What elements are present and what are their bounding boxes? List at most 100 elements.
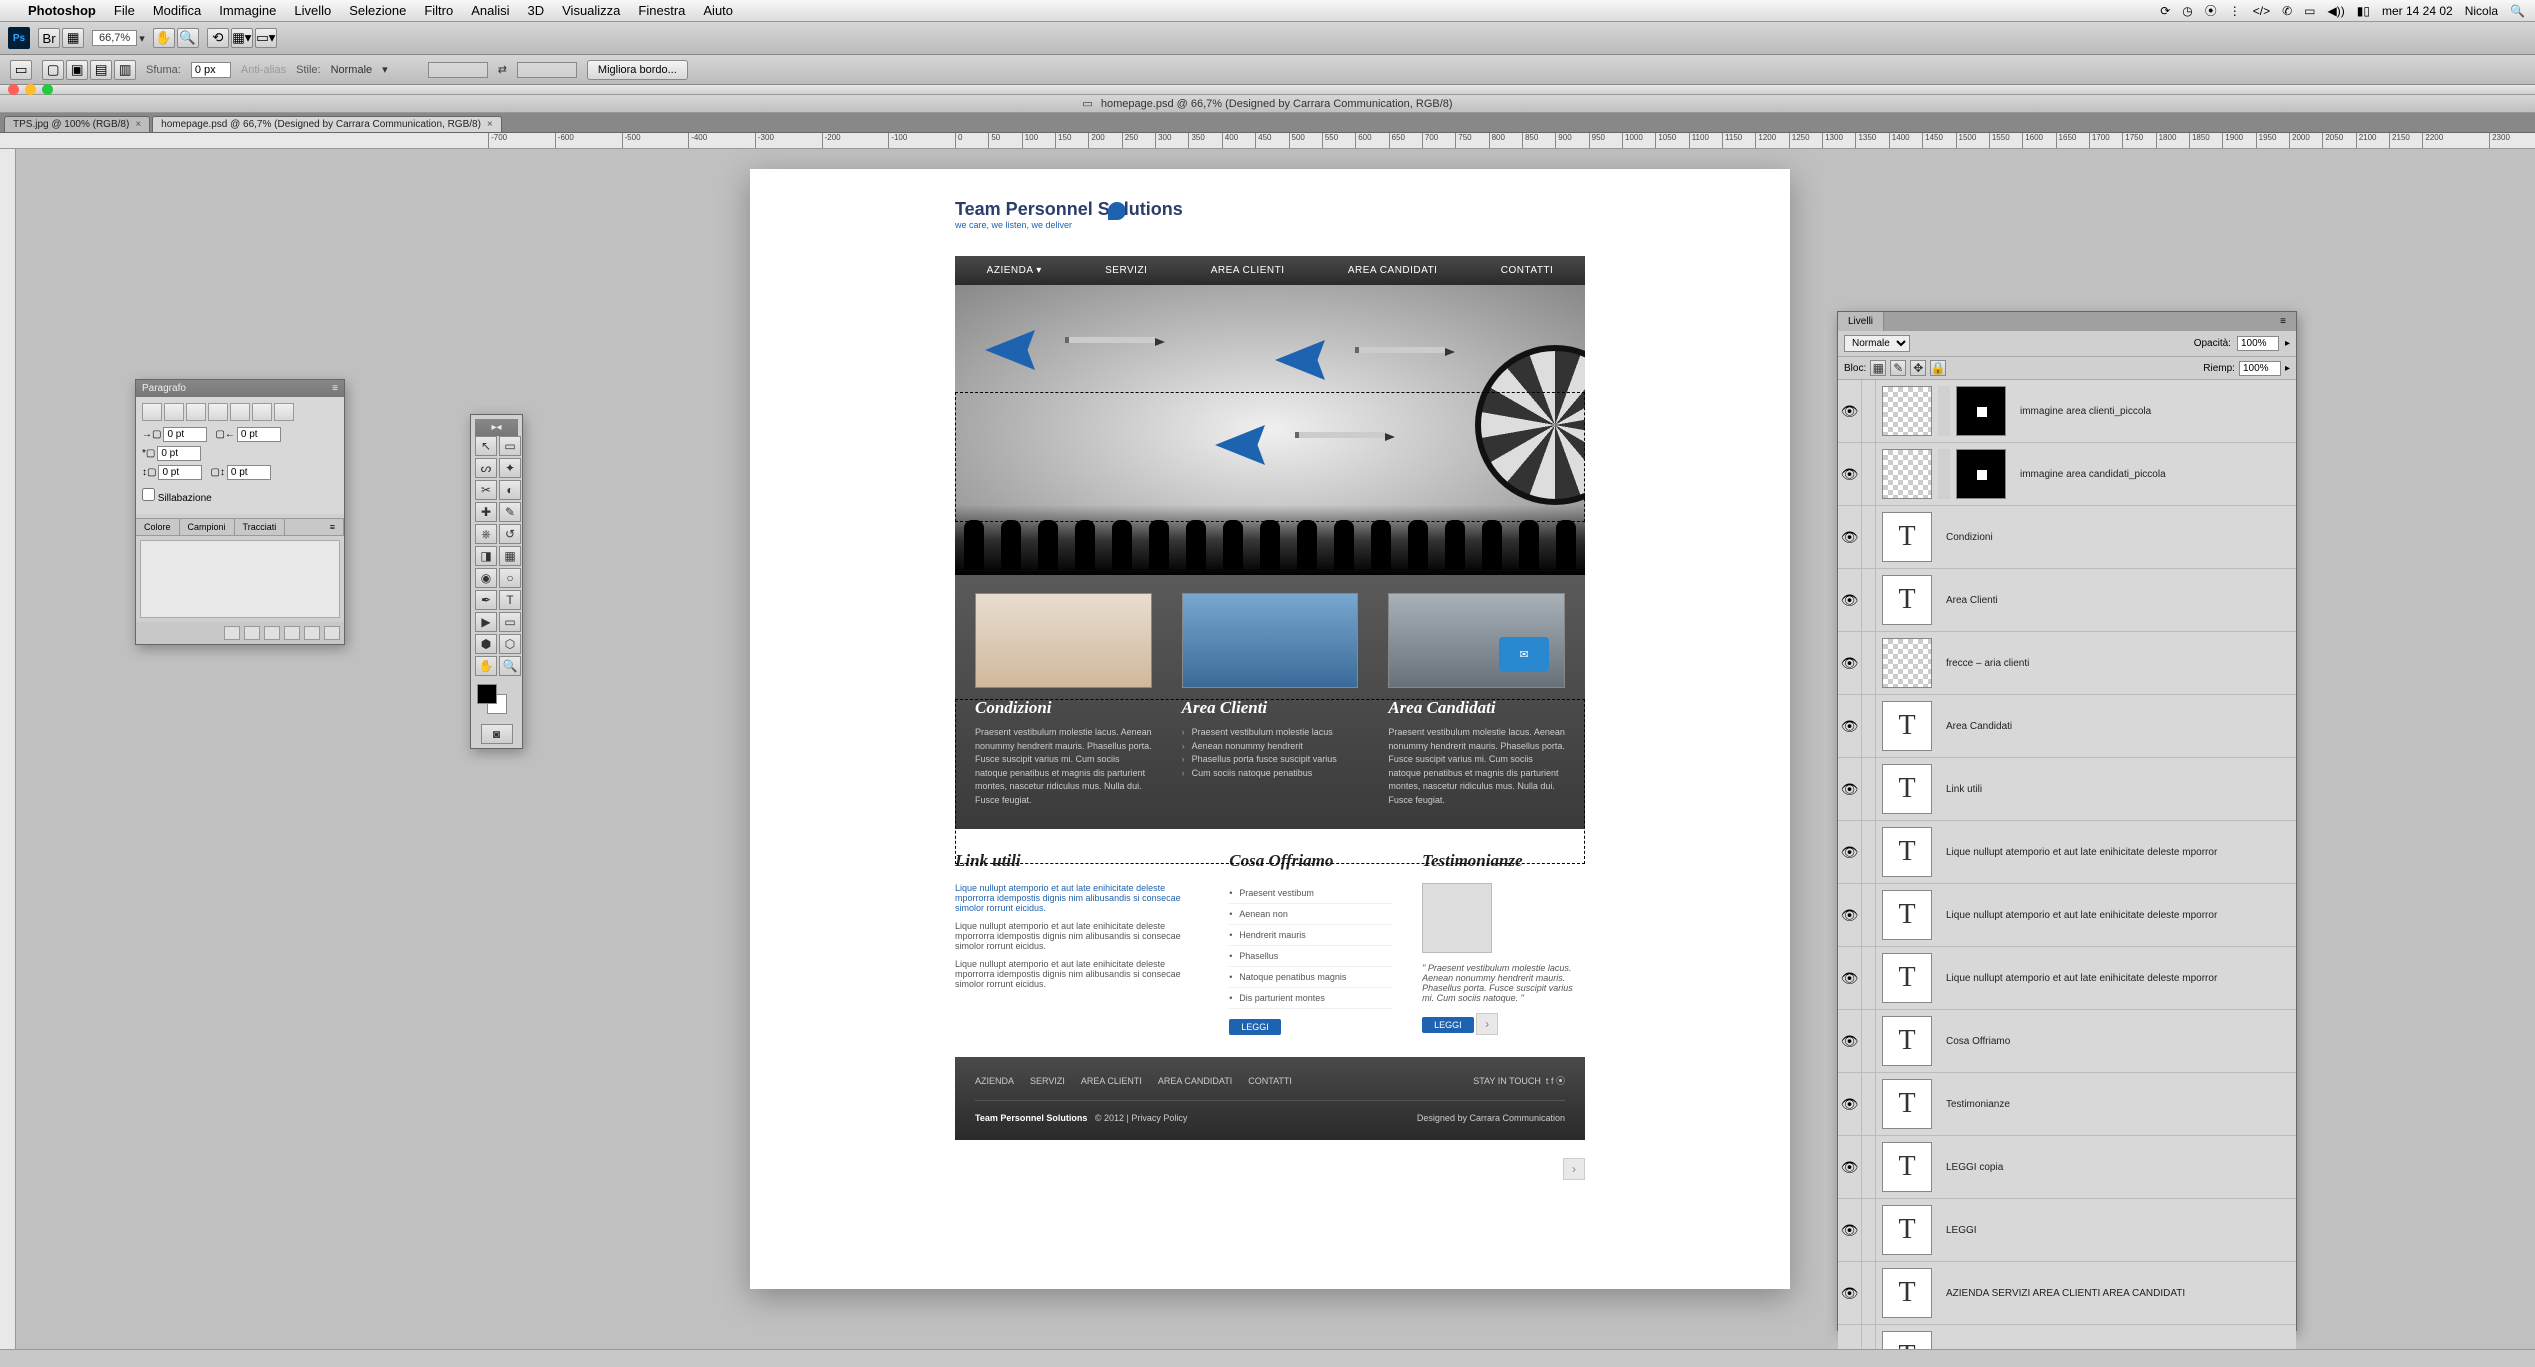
lock-position-icon[interactable]: ✥ (1910, 360, 1926, 376)
window-close-button[interactable] (8, 84, 19, 95)
layer-visibility-toggle[interactable]: 👁 (1838, 884, 1862, 946)
hand-tool[interactable]: ✋ (475, 656, 497, 676)
status-bluetooth-icon[interactable]: ⋮ (2229, 4, 2241, 18)
layer-name[interactable]: Area Candidati (1938, 721, 2296, 732)
document-canvas[interactable]: Team Personnel Slutions we care, we list… (750, 169, 1790, 1289)
text-layer-thumbnail[interactable]: T (1882, 1142, 1932, 1192)
menu-immagine[interactable]: Immagine (219, 3, 276, 18)
layer-visibility-toggle[interactable]: 👁 (1838, 695, 1862, 757)
layer-visibility-toggle[interactable]: 👁 (1838, 821, 1862, 883)
layer-row[interactable]: 👁TLique nullupt atemporio et aut late en… (1838, 821, 2296, 884)
text-layer-thumbnail[interactable]: T (1882, 512, 1932, 562)
menu-visualizza[interactable]: Visualizza (562, 3, 620, 18)
type-tool[interactable]: T (499, 590, 521, 610)
layer-row[interactable]: 👁TLEGGI copia (1838, 1136, 2296, 1199)
status-phone-icon[interactable]: ✆ (2282, 4, 2292, 18)
tab-close-icon[interactable]: × (487, 119, 493, 130)
status-battery-icon[interactable]: ▮▯ (2357, 4, 2370, 18)
layer-row[interactable]: 👁TLique nullupt atemporio et aut late en… (1838, 884, 2296, 947)
layer-link-cell[interactable] (1862, 1262, 1876, 1324)
3d-tool[interactable]: ⬢ (475, 634, 497, 654)
menubar-clock[interactable]: mer 14 24 02 (2382, 4, 2453, 18)
menu-selezione[interactable]: Selezione (349, 3, 406, 18)
layer-name[interactable]: immagine area candidati_piccola (2012, 469, 2296, 480)
refine-edge-button[interactable]: Migliora bordo... (587, 60, 688, 80)
text-layer-thumbnail[interactable]: T (1882, 701, 1932, 751)
canvas-workspace[interactable]: Team Personnel Slutions we care, we list… (0, 149, 2535, 1349)
layer-name[interactable]: immagine area clienti_piccola (2012, 406, 2296, 417)
app-name[interactable]: Photoshop (28, 3, 96, 18)
delete-path-icon[interactable] (324, 626, 340, 640)
subtab-paths[interactable]: Tracciati (235, 519, 286, 535)
layers-list[interactable]: 👁immagine area clienti_piccola👁immagine … (1838, 380, 2296, 1349)
layer-visibility-toggle[interactable]: 👁 (1838, 380, 1862, 442)
layer-link-cell[interactable] (1862, 947, 1876, 1009)
marquee-tool-icon[interactable]: ▭ (10, 60, 32, 80)
text-layer-thumbnail[interactable]: T (1882, 575, 1932, 625)
read-more-button[interactable]: LEGGI (1422, 1017, 1474, 1033)
eyedropper-tool[interactable]: ◐ (499, 480, 521, 500)
space-before-input[interactable] (158, 465, 202, 480)
panel-menu-icon[interactable]: ≡ (322, 519, 344, 535)
launch-bridge-button[interactable]: Br (38, 28, 60, 48)
feather-input[interactable] (191, 62, 231, 78)
status-dev-icon[interactable]: </> (2253, 4, 2270, 18)
panel-menu-icon[interactable]: ≡ (2270, 312, 2296, 331)
opacity-input[interactable] (2237, 336, 2279, 351)
layer-mask-thumbnail[interactable] (1956, 386, 2006, 436)
layer-row[interactable]: 👁immagine area candidati_piccola (1838, 443, 2296, 506)
layer-visibility-toggle[interactable]: 👁 (1838, 506, 1862, 568)
layer-row[interactable]: 👁TAZIENDA SERVIZI AREA CLIENTI AREA CAND… (1838, 1262, 2296, 1325)
lock-all-icon[interactable]: 🔒 (1930, 360, 1946, 376)
text-layer-thumbnail[interactable]: T (1882, 1331, 1932, 1349)
paths-area[interactable] (140, 540, 340, 618)
status-volume-icon[interactable]: ◀)) (2328, 4, 2345, 18)
menu-file[interactable]: File (114, 3, 135, 18)
screen-mode-button[interactable]: ▭▾ (255, 28, 277, 48)
layer-row[interactable]: 👁TLique nullupt atemporio et aut late en… (1838, 947, 2296, 1010)
sel-new-button[interactable]: ▢ (42, 60, 64, 80)
crop-tool[interactable]: ✂ (475, 480, 497, 500)
layer-name[interactable]: Area Clienti (1938, 595, 2296, 606)
mask-link-icon[interactable] (1938, 386, 1950, 436)
footer-link[interactable]: AZIENDA (975, 1076, 1014, 1086)
launch-mb-button[interactable]: ▦ (62, 28, 84, 48)
blur-tool[interactable]: ◉ (475, 568, 497, 588)
menu-livello[interactable]: Livello (294, 3, 331, 18)
layer-name[interactable]: frecce – aria clienti (1938, 658, 2296, 669)
layer-visibility-toggle[interactable]: 👁 (1838, 1262, 1862, 1324)
document-tab[interactable]: TPS.jpg @ 100% (RGB/8) × (4, 116, 150, 132)
text-layer-thumbnail[interactable]: T (1882, 1079, 1932, 1129)
marquee-tool[interactable]: ▭ (499, 436, 521, 456)
history-brush-tool[interactable]: ↺ (499, 524, 521, 544)
view-rotate-button[interactable]: ⟲ (207, 28, 229, 48)
path-select-tool[interactable]: ▶ (475, 612, 497, 632)
justify-left-button[interactable] (208, 403, 228, 421)
layer-name[interactable]: LEGGI copia (1938, 1162, 2296, 1173)
menu-3d[interactable]: 3D (528, 3, 545, 18)
menubar-user[interactable]: Nicola (2465, 4, 2498, 18)
layer-link-cell[interactable] (1862, 758, 1876, 820)
layer-row[interactable]: 👁TCosa Offriamo (1838, 1010, 2296, 1073)
layer-visibility-toggle[interactable]: 👁 (1838, 1199, 1862, 1261)
layer-link-cell[interactable] (1862, 1199, 1876, 1261)
layer-link-cell[interactable] (1862, 1010, 1876, 1072)
blend-mode-select[interactable]: Normale (1844, 335, 1910, 352)
layer-row[interactable]: 👁TLEGGI (1838, 1199, 2296, 1262)
layer-thumbnail[interactable] (1882, 638, 1932, 688)
layer-thumbnail[interactable] (1882, 386, 1932, 436)
layer-row[interactable]: 👁TCondizioni (1838, 506, 2296, 569)
text-layer-thumbnail[interactable]: T (1882, 890, 1932, 940)
menu-finestra[interactable]: Finestra (638, 3, 685, 18)
layer-row[interactable]: 👁frecce – aria clienti (1838, 632, 2296, 695)
status-display-icon[interactable]: ▭ (2304, 4, 2315, 18)
nav-link[interactable]: AREA CLIENTI (1211, 265, 1285, 276)
stamp-tool[interactable]: ⎈ (475, 524, 497, 544)
layer-thumbnail[interactable] (1882, 449, 1932, 499)
lock-pixels-icon[interactable]: ✎ (1890, 360, 1906, 376)
quick-select-tool[interactable]: ✦ (499, 458, 521, 478)
layer-link-cell[interactable] (1862, 1136, 1876, 1198)
path-to-sel-icon[interactable] (264, 626, 280, 640)
lock-transparent-icon[interactable]: ▦ (1870, 360, 1886, 376)
first-line-input[interactable] (157, 446, 201, 461)
